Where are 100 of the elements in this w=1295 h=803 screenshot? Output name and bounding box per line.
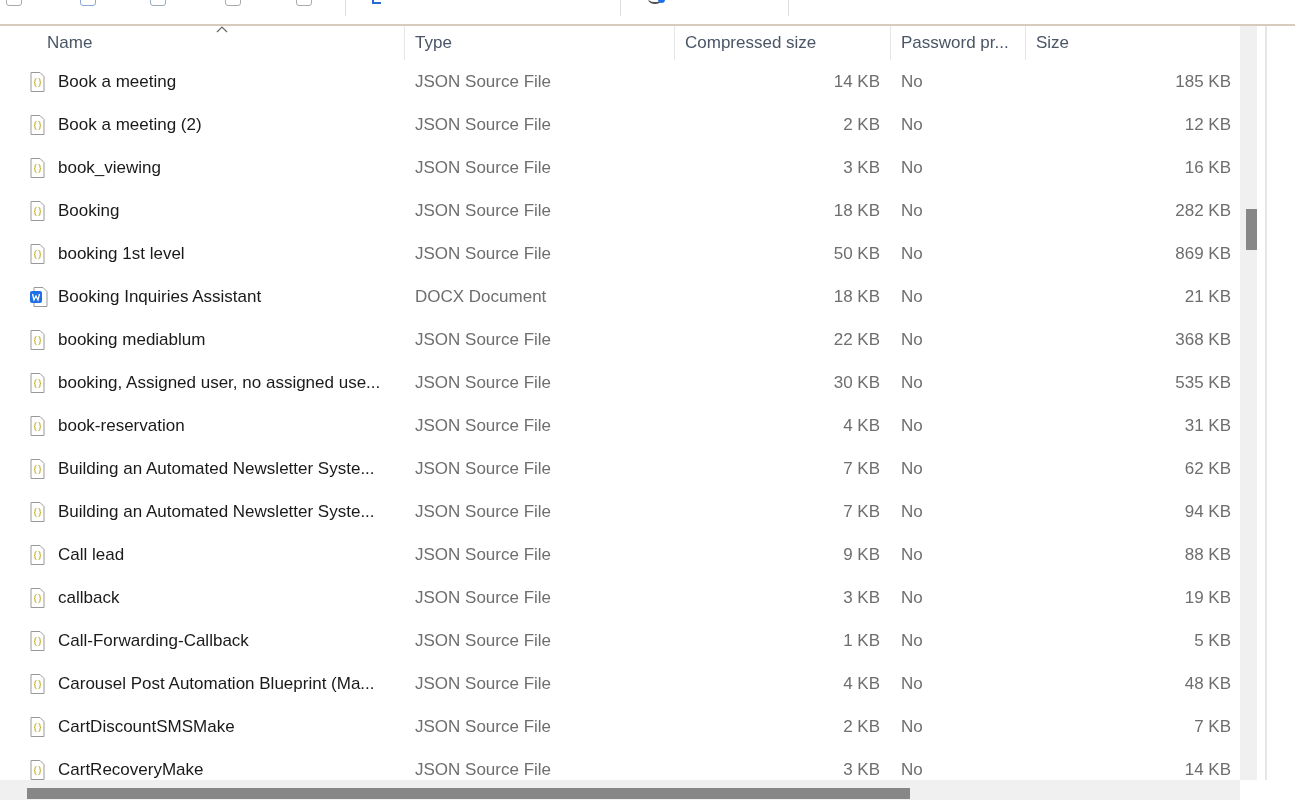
password-protected: No: [901, 673, 923, 694]
sort-caret-icon: [216, 26, 229, 33]
file-name[interactable]: booking mediablum: [58, 329, 206, 350]
compressed-size: 3 KB: [843, 157, 880, 178]
json-file-icon: [30, 673, 48, 694]
file-name[interactable]: Booking: [58, 200, 120, 221]
file-name[interactable]: Book a meeting (2): [58, 114, 202, 135]
file-size: 14 KB: [1184, 759, 1231, 780]
file-type: JSON Source File: [415, 630, 552, 651]
password-protected: No: [901, 157, 923, 178]
compressed-size: 7 KB: [843, 458, 880, 479]
file-name[interactable]: Book a meeting: [58, 71, 177, 92]
compressed-size: 14 KB: [833, 71, 880, 92]
file-name[interactable]: booking, Assigned user, no assigned use...: [58, 372, 381, 393]
password-protected: No: [901, 544, 923, 565]
compressed-size: 4 KB: [843, 415, 880, 436]
password-protected: No: [901, 587, 923, 608]
file-type: JSON Source File: [415, 114, 552, 135]
password-protected: No: [901, 71, 923, 92]
file-name[interactable]: callback: [58, 587, 120, 608]
file-type: DOCX Document: [415, 286, 547, 307]
json-file-icon: [30, 458, 48, 479]
column-header[interactable]: Password pr...: [891, 26, 1026, 60]
json-file-icon: [30, 501, 48, 522]
password-protected: No: [901, 759, 923, 780]
compressed-size: 50 KB: [833, 243, 880, 264]
file-size: 869 KB: [1175, 243, 1231, 264]
compressed-size: 3 KB: [843, 587, 880, 608]
json-file-icon: [30, 243, 48, 264]
file-name[interactable]: book_viewing: [58, 157, 161, 178]
file-type: JSON Source File: [415, 200, 552, 221]
file-name[interactable]: Building an Automated Newsletter Syste...: [58, 501, 375, 522]
file-type: JSON Source File: [415, 157, 552, 178]
file-type: JSON Source File: [415, 759, 552, 780]
file-name[interactable]: book-reservation: [58, 415, 185, 436]
compressed-size: 30 KB: [833, 372, 880, 393]
file-size: 282 KB: [1175, 200, 1231, 221]
compressed-size: 9 KB: [843, 544, 880, 565]
password-protected: No: [901, 200, 923, 221]
file-name[interactable]: Booking Inquiries Assistant: [58, 286, 262, 307]
file-size: 31 KB: [1184, 415, 1231, 436]
password-protected: No: [901, 372, 923, 393]
json-file-icon: [30, 372, 48, 393]
file-type: JSON Source File: [415, 673, 552, 694]
compressed-size: 2 KB: [843, 716, 880, 737]
word-document-icon: [30, 286, 48, 307]
password-protected: No: [901, 501, 923, 522]
password-protected: No: [901, 458, 923, 479]
column-header[interactable]: Type: [405, 26, 675, 60]
file-type: JSON Source File: [415, 587, 552, 608]
compressed-size: 3 KB: [843, 759, 880, 780]
file-size: 94 KB: [1184, 501, 1231, 522]
compressed-size: 18 KB: [833, 200, 880, 221]
file-size: 535 KB: [1175, 372, 1231, 393]
json-file-icon: [30, 630, 48, 651]
password-protected: No: [901, 716, 923, 737]
file-size: 368 KB: [1175, 329, 1231, 350]
file-size: 62 KB: [1184, 458, 1231, 479]
file-type: JSON Source File: [415, 415, 552, 436]
file-size: 5 KB: [1194, 630, 1231, 651]
scrollbar-thumb[interactable]: [27, 788, 910, 799]
json-file-icon: [30, 544, 48, 565]
password-protected: No: [901, 286, 923, 307]
file-name[interactable]: Call-Forwarding-Callback: [58, 630, 249, 651]
file-type: JSON Source File: [415, 544, 552, 565]
file-name[interactable]: Call lead: [58, 544, 125, 565]
json-file-icon: [30, 587, 48, 608]
json-file-icon: [30, 114, 48, 135]
column-header[interactable]: Size: [1026, 26, 1240, 60]
compressed-size: 4 KB: [843, 673, 880, 694]
compressed-size: 18 KB: [833, 286, 880, 307]
file-size: 48 KB: [1184, 673, 1231, 694]
file-type: JSON Source File: [415, 243, 552, 264]
column-header[interactable]: Name: [0, 26, 405, 60]
file-size: 7 KB: [1194, 716, 1231, 737]
file-size: 21 KB: [1184, 286, 1231, 307]
password-protected: No: [901, 415, 923, 436]
json-file-icon: [30, 200, 48, 221]
json-file-icon: [30, 157, 48, 178]
file-type: JSON Source File: [415, 329, 552, 350]
column-header[interactable]: Compressed size: [675, 26, 891, 60]
file-type: JSON Source File: [415, 372, 552, 393]
file-size: 185 KB: [1175, 71, 1231, 92]
file-name[interactable]: Building an Automated Newsletter Syste...: [58, 458, 375, 479]
scrollbar-thumb[interactable]: [1246, 209, 1257, 250]
file-type: JSON Source File: [415, 71, 552, 92]
file-name[interactable]: CartRecoveryMake: [58, 759, 204, 780]
file-name[interactable]: Carousel Post Automation Blueprint (Ma...: [58, 673, 375, 694]
password-protected: No: [901, 114, 923, 135]
password-protected: No: [901, 329, 923, 350]
file-type: JSON Source File: [415, 458, 552, 479]
file-size: 19 KB: [1184, 587, 1231, 608]
json-file-icon: [30, 415, 48, 436]
compressed-size: 22 KB: [833, 329, 880, 350]
file-name[interactable]: booking 1st level: [58, 243, 185, 264]
file-size: 12 KB: [1184, 114, 1231, 135]
file-type: JSON Source File: [415, 501, 552, 522]
file-name[interactable]: CartDiscountSMSMake: [58, 716, 235, 737]
password-protected: No: [901, 243, 923, 264]
file-type: JSON Source File: [415, 716, 552, 737]
